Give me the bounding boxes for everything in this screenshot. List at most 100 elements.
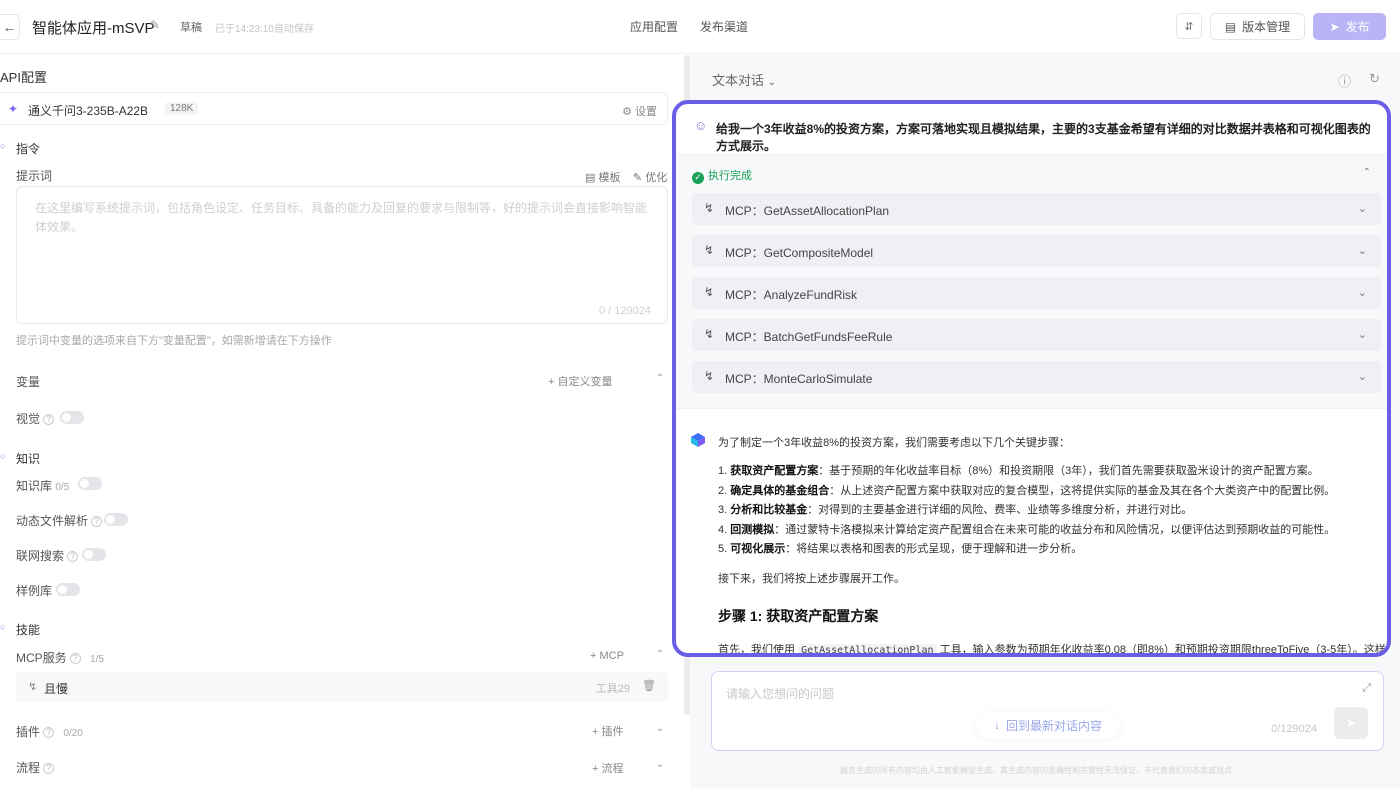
help-icon: ? [67, 550, 79, 562]
user-question: ☺ 给我一个3年收益8%的投资方案，方案可落地实现且模拟结果，主要的3支基金希望… [692, 116, 1371, 153]
dynamic-file-toggle[interactable] [104, 513, 128, 526]
settings-label: 设置 [635, 106, 657, 118]
edit-icon[interactable]: ✎ [150, 19, 162, 31]
mcp-service-label: MCP服务? 1/5 [16, 649, 104, 666]
bolt-icon: ↯ [704, 243, 715, 257]
skills-icon: ○ [0, 622, 6, 632]
model-settings-button[interactable]: ⚙ 设置 [622, 103, 657, 119]
check-icon: ✓ [692, 171, 704, 184]
web-search-toggle[interactable] [82, 548, 106, 561]
chevron-down-icon: ⌄ [1357, 203, 1367, 215]
kb-toggle[interactable] [78, 477, 102, 490]
back-arrow-icon[interactable]: ← [0, 14, 20, 40]
chevron-up-icon[interactable]: ⌃ [656, 649, 664, 660]
chat-head-icons: ⓘ ↻ [1338, 71, 1380, 90]
answer-steps: 1. 获取资产配置方案：基于预期的年化收益率目标（8%）和投资期限（3年），我们… [718, 462, 1335, 560]
mcp-service-text: MCP服务 [16, 651, 67, 665]
publish-button[interactable]: ➤ 发布 [1313, 13, 1386, 40]
sample-lib-toggle[interactable] [56, 583, 80, 596]
chat-mode-label: 文本对话 [712, 73, 765, 88]
sample-lib-label: 样例库 [16, 584, 53, 598]
chat-mode-selector[interactable]: 文本对话 ⌄ [712, 70, 776, 89]
prompt-textarea[interactable]: 在这里编写系统提示词，包括角色设定、任务目标、具备的能力及回复的要求与限制等，好… [16, 186, 668, 324]
execution-status: ✓ 执行完成 [692, 167, 752, 184]
info-icon[interactable]: ⓘ [1338, 71, 1351, 90]
scroll-to-latest-button[interactable]: ↓ 回到最新对话内容 [975, 711, 1121, 739]
custom-variable-label: 自定义变量 [557, 376, 613, 388]
answer-step: 5. 可视化展示：将结果以表格和图表的形式呈现，便于理解和进一步分析。 [718, 540, 1335, 560]
mcp-call-name: MCP：GetAssetAllocationPlan [725, 204, 890, 218]
para-pre: 首先，我们使用 [718, 644, 795, 656]
mcp-call-item[interactable]: ↯ MCP：MonteCarloSimulate ⌄ [692, 361, 1381, 393]
answer-step: 3. 分析和比较基金：对得到的主要基金进行详细的风险、费率、业绩等多维度分析，并… [718, 501, 1335, 521]
custom-variable-button[interactable]: + 自定义变量 [548, 373, 612, 389]
send-icon: ➤ [1329, 19, 1340, 34]
step-title: 获取资产配置方案 [730, 465, 819, 477]
publish-label: 发布 [1345, 20, 1370, 34]
conversation-highlight: ☺ 给我一个3年收益8%的投资方案，方案可落地实现且模拟结果，主要的3支基金希望… [672, 100, 1391, 657]
chevron-down-icon: ⌄ [1357, 245, 1367, 257]
tab-app-config[interactable]: 应用配置 [622, 13, 686, 40]
answer-next: 接下来，我们将按上述步骤展开工作。 [718, 573, 905, 585]
send-icon: ➤ [1345, 716, 1357, 730]
web-search-label: 联网搜索? [16, 547, 79, 564]
disclaimer: 服务生成的所有内容均由人工智能模型生成，其生成内容的准确性和完整性无法保证，不代… [840, 766, 1232, 775]
chevron-up-icon[interactable]: ⌃ [656, 373, 664, 384]
help-icon: ? [43, 762, 55, 774]
flow-text: 流程 [16, 761, 41, 775]
expand-icon[interactable]: ⤢ [1362, 682, 1371, 695]
kb-label: 知识库 0/5 [16, 477, 69, 494]
model-icon: ✦ [8, 102, 19, 116]
vision-label: 视觉? [16, 410, 55, 427]
mcp-call-item[interactable]: ↯ MCP：BatchGetFundsFeeRule ⌄ [692, 319, 1381, 351]
help-icon: ? [43, 726, 55, 738]
add-flow-button[interactable]: + 流程 [592, 760, 623, 776]
step-title: 回测模拟 [730, 523, 775, 536]
trash-icon[interactable]: 🗑 [642, 679, 656, 692]
para-post: 工具，输入参数为预期年化收益率0.08（即8%）和预期投资期限threeToFi… [939, 644, 1386, 656]
chevron-down-icon: ⌄ [1357, 287, 1367, 299]
step-num: 5. [718, 543, 728, 555]
chevron-down-icon[interactable]: ⌄ [656, 723, 664, 734]
plugin-count: 0/20 [63, 728, 83, 739]
template-button[interactable]: ▤ 模板 [585, 169, 620, 185]
collapse-icon[interactable]: ⇵ [1176, 13, 1202, 39]
bolt-icon: ↯ [704, 369, 715, 383]
step-title: 可视化展示 [730, 543, 786, 555]
send-button[interactable]: ➤ [1334, 707, 1368, 739]
assistant-logo-icon [691, 433, 705, 447]
chevron-up-icon[interactable]: ⌃ [1363, 167, 1371, 178]
mcp-call-item[interactable]: ↯ MCP：AnalyzeFundRisk ⌄ [692, 277, 1381, 309]
template-label: 模板 [598, 172, 621, 184]
input-placeholder: 请输入您想问的问题 [726, 687, 835, 701]
skills-title: 技能 [16, 623, 41, 637]
refresh-icon[interactable]: ↻ [1369, 71, 1380, 90]
add-mcp-button[interactable]: + MCP [590, 650, 624, 662]
section-title: API配置 [0, 70, 47, 85]
web-search-text: 联网搜索 [16, 549, 65, 563]
model-selector[interactable]: ✦ 通义千问3-235B-A22B 128K ⚙ 设置 [0, 92, 668, 125]
dynamic-file-label: 动态文件解析? [16, 512, 103, 529]
add-plugin-button[interactable]: + 插件 [592, 723, 623, 739]
tab-publish-channel[interactable]: 发布渠道 [692, 13, 756, 40]
mcp-call-item[interactable]: ↯ MCP：GetCompositeModel ⌄ [692, 235, 1381, 267]
arrow-down-icon: ↓ [993, 718, 1000, 732]
mcp-tool-item[interactable]: ↯ 且慢 工具29 🗑 [16, 672, 668, 702]
step-desc: ：基于预期的年化收益率目标（8%）和投资期限（3年），我们首先需要获取盈米设计的… [818, 465, 1319, 477]
step-desc: ：对得到的主要基金进行详细的风险、费率、业绩等多维度分析，并进行对比。 [807, 504, 1193, 516]
prompt-hint: 提示词中变量的选项来自下方"变量配置"，如需新增请在下方操作 [16, 335, 332, 347]
prompt-label: 提示词 [16, 169, 53, 183]
help-icon: ? [43, 413, 55, 425]
autosave-status: 已于14:23:10自动保存 [215, 24, 314, 35]
step-num: 4. [718, 523, 728, 536]
vision-toggle[interactable] [60, 411, 84, 424]
chevron-down-icon[interactable]: ⌄ [656, 759, 664, 770]
version-icon: ▤ [1224, 19, 1237, 34]
answer-paragraph: 首先，我们使用 GetAssetAllocationPlan 工具，输入参数为预… [718, 641, 1386, 656]
template-icon: ▤ [585, 172, 599, 184]
mcp-call-item[interactable]: ↯ MCP：GetAssetAllocationPlan ⌄ [692, 193, 1381, 225]
step-desc: ：从上述资产配置方案中获取对应的复合模型，这将提供实际的基金及其在各个大类资产中… [829, 484, 1336, 497]
chevron-down-icon: ⌄ [1357, 329, 1367, 341]
version-manage-button[interactable]: ▤ 版本管理 [1210, 13, 1305, 40]
optimize-button[interactable]: ✎ 优化 [633, 169, 667, 185]
